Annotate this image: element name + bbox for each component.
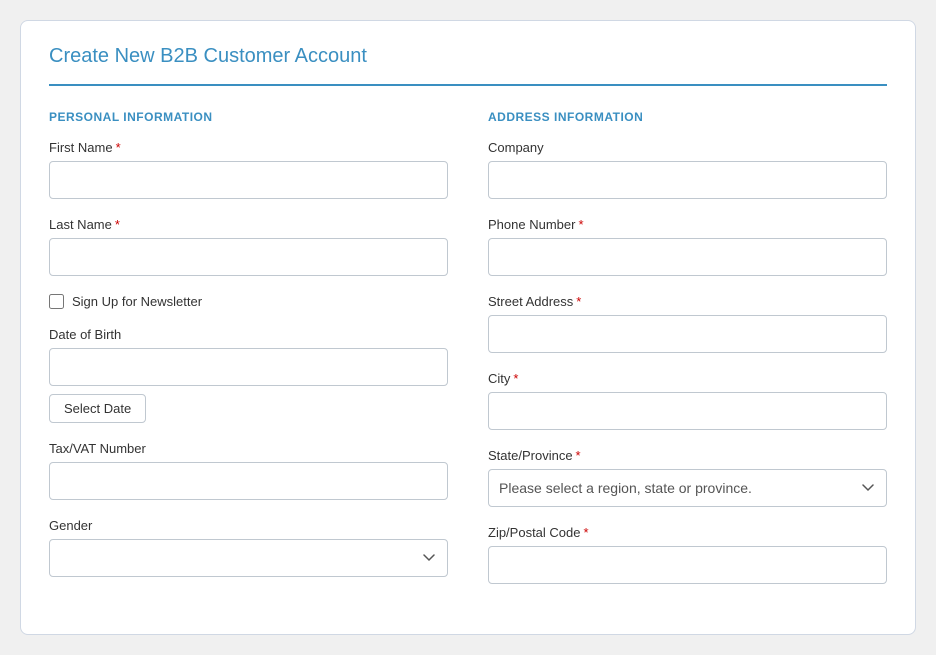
state-group: State/Province* Please select a region, … bbox=[488, 448, 887, 507]
street-group: Street Address* bbox=[488, 294, 887, 353]
company-label: Company bbox=[488, 140, 887, 155]
zip-group: Zip/Postal Code* bbox=[488, 525, 887, 584]
newsletter-checkbox[interactable] bbox=[49, 294, 64, 309]
state-select[interactable]: Please select a region, state or provinc… bbox=[488, 469, 887, 507]
tax-input[interactable] bbox=[49, 462, 448, 500]
select-date-button[interactable]: Select Date bbox=[49, 394, 146, 423]
last-name-group: Last Name* bbox=[49, 217, 448, 276]
phone-group: Phone Number* bbox=[488, 217, 887, 276]
city-group: City* bbox=[488, 371, 887, 430]
first-name-label: First Name* bbox=[49, 140, 448, 155]
street-label: Street Address* bbox=[488, 294, 887, 309]
title-divider bbox=[49, 84, 887, 86]
newsletter-label: Sign Up for Newsletter bbox=[72, 294, 202, 309]
phone-input[interactable] bbox=[488, 238, 887, 276]
first-name-input[interactable] bbox=[49, 161, 448, 199]
dob-input[interactable] bbox=[49, 348, 448, 386]
tax-label: Tax/VAT Number bbox=[49, 441, 448, 456]
personal-section-title: PERSONAL INFORMATION bbox=[49, 110, 448, 124]
newsletter-row: Sign Up for Newsletter bbox=[49, 294, 448, 309]
address-section-title: ADDRESS INFORMATION bbox=[488, 110, 887, 124]
last-name-label: Last Name* bbox=[49, 217, 448, 232]
personal-info-column: PERSONAL INFORMATION First Name* Last Na… bbox=[49, 110, 448, 602]
gender-select[interactable]: Male Female Other Prefer not to say bbox=[49, 539, 448, 577]
phone-label: Phone Number* bbox=[488, 217, 887, 232]
dob-group: Date of Birth Select Date bbox=[49, 327, 448, 423]
street-input[interactable] bbox=[488, 315, 887, 353]
form-columns: PERSONAL INFORMATION First Name* Last Na… bbox=[49, 110, 887, 602]
first-name-group: First Name* bbox=[49, 140, 448, 199]
tax-group: Tax/VAT Number bbox=[49, 441, 448, 500]
form-card: Create New B2B Customer Account PERSONAL… bbox=[20, 20, 916, 635]
gender-group: Gender Male Female Other Prefer not to s… bbox=[49, 518, 448, 577]
dob-input-wrapper bbox=[49, 348, 448, 386]
zip-input[interactable] bbox=[488, 546, 887, 584]
state-label: State/Province* bbox=[488, 448, 887, 463]
company-input[interactable] bbox=[488, 161, 887, 199]
company-group: Company bbox=[488, 140, 887, 199]
city-input[interactable] bbox=[488, 392, 887, 430]
page-title: Create New B2B Customer Account bbox=[49, 45, 887, 68]
city-label: City* bbox=[488, 371, 887, 386]
gender-label: Gender bbox=[49, 518, 448, 533]
dob-label: Date of Birth bbox=[49, 327, 448, 342]
last-name-input[interactable] bbox=[49, 238, 448, 276]
zip-label: Zip/Postal Code* bbox=[488, 525, 887, 540]
address-info-column: ADDRESS INFORMATION Company Phone Number… bbox=[488, 110, 887, 602]
